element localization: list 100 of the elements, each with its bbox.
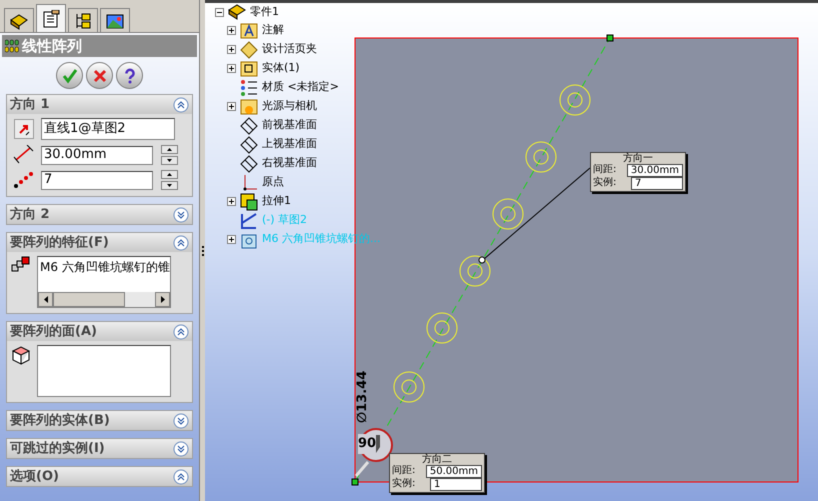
collapse-icon — [173, 96, 189, 112]
group-header[interactable]: 要阵列的特征(F) — [7, 233, 192, 252]
part-icon — [9, 12, 29, 30]
selection-list[interactable]: M6 六角凹锥坑螺钉的锥 — [37, 256, 171, 308]
group-header[interactable]: 方向 1 — [7, 95, 192, 114]
horizontal-scrollbar[interactable] — [38, 292, 170, 307]
diamond-icon — [239, 40, 259, 60]
ok-button[interactable] — [56, 62, 83, 89]
group-header[interactable]: 选项(O) — [7, 467, 192, 486]
tree-item[interactable]: 材质 <未指定> — [262, 79, 339, 96]
hole-circle-drawing — [560, 84, 590, 116]
left-arrow-icon[interactable] — [44, 296, 48, 303]
hole-circle-drawing — [460, 256, 490, 286]
distance-icon — [13, 145, 35, 165]
pattern-icon — [5, 39, 19, 53]
panel-tab[interactable] — [4, 8, 34, 32]
tree-item[interactable]: 右视基准面 — [262, 155, 317, 172]
expand-icon — [173, 206, 189, 222]
callout-label: 间距: — [392, 465, 416, 478]
tree-item[interactable]: 上视基准面 — [262, 136, 317, 153]
panel-title: 线性阵列 — [22, 36, 82, 57]
panel-tab[interactable] — [100, 8, 130, 32]
right-arrow-icon[interactable] — [160, 296, 164, 303]
group-header[interactable]: 要阵列的实体(B) — [7, 411, 192, 430]
tree-item[interactable]: 实体(1) — [262, 60, 300, 77]
feature-icon — [11, 256, 31, 274]
panel-tab[interactable] — [36, 4, 66, 32]
expand-icon[interactable] — [227, 45, 236, 54]
expand-icon — [173, 412, 189, 428]
spin-up-button[interactable] — [161, 170, 178, 179]
light-folder-icon — [239, 96, 259, 116]
callout-value-field[interactable]: 1 — [430, 478, 482, 491]
plane-icon — [239, 116, 259, 136]
face-cube-icon — [11, 345, 31, 365]
instances-icon — [13, 170, 35, 190]
handle-point[interactable] — [478, 256, 486, 264]
plane-icon — [239, 134, 259, 154]
callout-title: 方向二 — [421, 454, 453, 465]
group-title: 选项(O) — [10, 468, 59, 486]
spin-down-button[interactable] — [161, 181, 178, 190]
material-icon — [239, 78, 259, 98]
group-title: 要阵列的实体(B) — [10, 412, 110, 430]
down-arrow-icon — [167, 184, 172, 187]
collapse-icon[interactable] — [215, 8, 224, 16]
input-field[interactable]: 7 — [41, 170, 153, 190]
group-header[interactable]: 可跳过的实例(I) — [7, 439, 192, 458]
checkmark-icon — [62, 68, 78, 84]
expand-icon[interactable] — [227, 102, 236, 111]
tree-item[interactable]: 零件1 — [250, 4, 279, 20]
input-field[interactable]: 直线1@草图2 — [41, 118, 175, 140]
expand-icon[interactable] — [227, 197, 236, 206]
list-item[interactable]: M6 六角凹锥坑螺钉的锥 — [38, 257, 170, 276]
group-title: 要阵列的面(A) — [10, 322, 97, 341]
callout-label: 实例: — [593, 177, 618, 190]
hole-circle-drawing — [492, 198, 524, 230]
input-field[interactable]: 30.00mm — [41, 146, 153, 164]
callout-label: 间距: — [593, 164, 618, 176]
callout-value-field[interactable]: 50.00mm — [426, 465, 482, 478]
tree-item[interactable]: 前视基准面 — [262, 117, 317, 134]
annotation-folder-icon — [239, 20, 259, 40]
spin-down-button[interactable] — [161, 156, 178, 165]
collapse-icon — [173, 468, 189, 484]
sketch-icon — [239, 210, 259, 230]
hole-circle-drawing — [526, 142, 556, 172]
hole-circle-drawing — [394, 372, 424, 402]
cancel-button[interactable] — [86, 62, 113, 89]
tree-item[interactable]: 设计活页夹 — [262, 41, 317, 58]
tree-item[interactable]: 注解 — [262, 22, 284, 39]
extrude-icon — [239, 192, 259, 212]
group-title: 方向 1 — [10, 96, 50, 114]
collapse-icon — [173, 324, 189, 340]
callout-value-field[interactable]: 30.00mm — [626, 164, 683, 177]
tree-item[interactable]: 光源与相机 — [262, 98, 317, 115]
callout-title: 方向一 — [622, 153, 654, 164]
callout-value-field[interactable]: 7 — [631, 177, 683, 190]
expand-icon[interactable] — [227, 64, 236, 73]
angle-dimension: 90 — [358, 434, 376, 454]
tree-item[interactable]: 拉伸1 — [262, 193, 291, 210]
expand-icon[interactable] — [227, 26, 236, 35]
origin-marker-drawing — [352, 461, 370, 486]
collapse-icon — [173, 234, 189, 250]
expand-icon — [173, 440, 189, 456]
spin-up-button[interactable] — [161, 145, 178, 154]
diameter-dimension: ∅13.44 — [354, 370, 371, 423]
group-header[interactable]: 方向 2 — [7, 205, 192, 224]
callout-label: 实例: — [392, 478, 416, 491]
tree-item[interactable]: 原点 — [262, 174, 284, 191]
plane-icon — [239, 154, 259, 174]
help-button[interactable] — [116, 62, 143, 89]
panel-tab[interactable] — [68, 8, 98, 32]
document-icon — [41, 10, 61, 28]
group-header[interactable]: 要阵列的面(A) — [7, 322, 192, 341]
selection-list[interactable] — [37, 345, 171, 397]
expand-icon[interactable] — [227, 235, 236, 244]
group-title: 可跳过的实例(I) — [10, 440, 105, 458]
part-icon — [227, 2, 247, 22]
close-icon — [92, 68, 108, 84]
down-arrow-icon — [167, 159, 172, 162]
body-folder-icon — [239, 58, 259, 78]
picture-icon — [105, 12, 125, 30]
